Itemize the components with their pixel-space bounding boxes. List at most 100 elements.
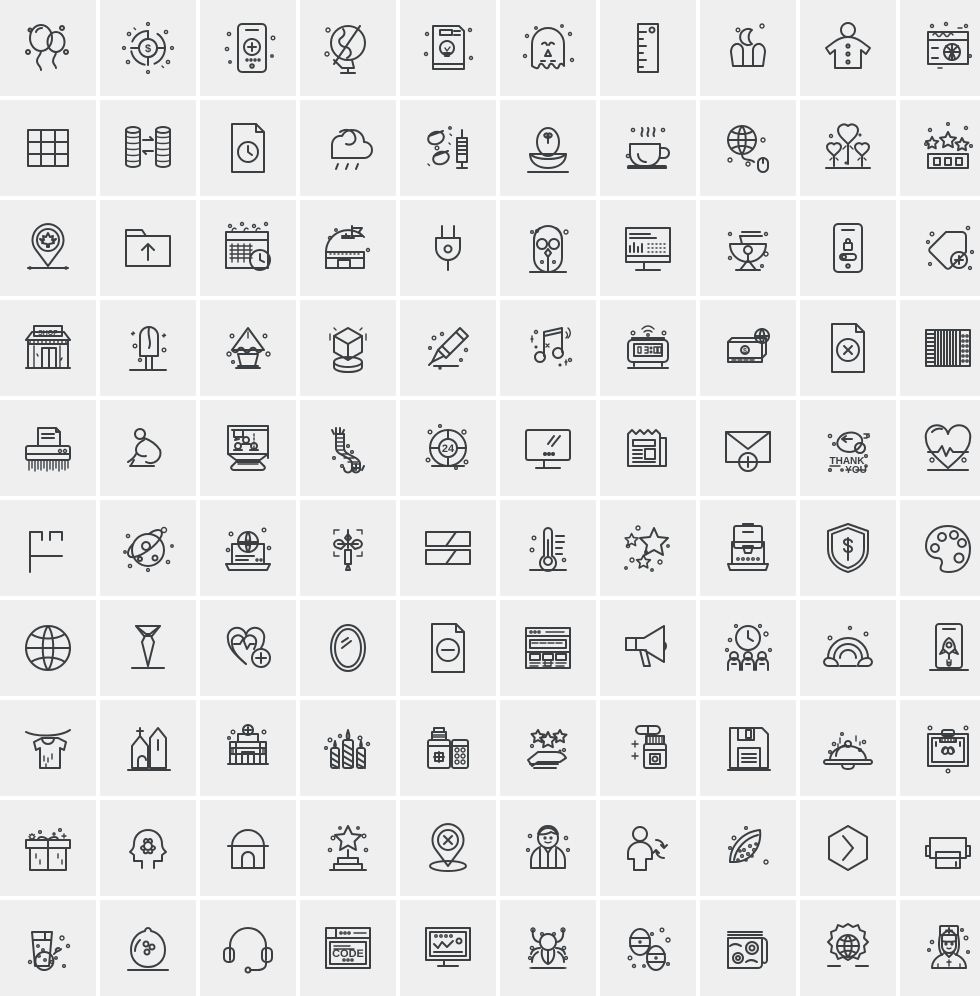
icon-cell-table-lamp[interactable] <box>200 300 296 396</box>
icon-cell-lemon[interactable] <box>100 900 196 996</box>
icon-cell-hexagon-logo[interactable] <box>800 800 896 896</box>
icon-cell-mind-flower[interactable] <box>100 800 196 896</box>
icon-cell-headset[interactable] <box>200 900 296 996</box>
icon-cell-drying-tshirt[interactable] <box>0 700 96 796</box>
icon-cell-accordion[interactable] <box>900 300 980 396</box>
icon-cell-businessman[interactable] <box>500 800 596 896</box>
icon-cell-digital-clock[interactable] <box>600 300 696 396</box>
icon-cell-rating-stars[interactable] <box>900 100 980 196</box>
icon-cell-laptop-money[interactable]: $ <box>200 500 296 596</box>
icon-cell-canada-pin[interactable] <box>0 200 96 296</box>
icon-cell-printer[interactable] <box>900 800 980 896</box>
icon-cell-desktop-monitor[interactable] <box>500 400 596 496</box>
icon-cell-lifebuoy-24[interactable]: 24 <box>400 400 496 496</box>
icon-cell-rain-cloud[interactable] <box>300 100 396 196</box>
icon-cell-heart-medical[interactable] <box>200 600 296 696</box>
icon-cell-caterpillar[interactable] <box>300 400 396 496</box>
icon-cell-3d-cube[interactable] <box>300 300 396 396</box>
icon-cell-monitor-graph[interactable] <box>400 900 496 996</box>
icon-cell-mirror[interactable] <box>300 600 396 696</box>
icon-cell-dollar-shield[interactable] <box>800 500 896 596</box>
icon-cell-supplement-jar[interactable] <box>600 700 696 796</box>
icon-cell-road-lanes[interactable] <box>400 500 496 596</box>
icon-cell-hands-moon[interactable] <box>700 0 796 96</box>
icon-cell-fabric-roll[interactable] <box>700 900 796 996</box>
icon-cell-birthday-candles[interactable] <box>300 700 396 796</box>
icon-cell-global-settings[interactable] <box>800 900 896 996</box>
icon-cell-globe-stand[interactable] <box>300 0 396 96</box>
icon-cell-megaphone[interactable] <box>600 600 696 696</box>
icon-cell-hand-stars[interactable] <box>500 700 596 796</box>
icon-cell-ice-cream-bar[interactable] <box>100 300 196 396</box>
icon-cell-mobile-add[interactable] <box>200 0 296 96</box>
icon-cell-web-layout[interactable] <box>500 600 596 696</box>
icon-cell-easter-eggs[interactable] <box>600 900 696 996</box>
icon-cell-coffee-cup[interactable] <box>600 100 696 196</box>
icon-cell-nurse[interactable] <box>900 900 980 996</box>
icon-cell-easter-egg-bowl[interactable] <box>500 100 596 196</box>
icon-cell-file-remove[interactable] <box>400 600 496 696</box>
icon-cell-grid-window[interactable] <box>0 100 96 196</box>
icon-cell-person-refresh[interactable] <box>600 800 696 896</box>
icon-cell-coin-transfer[interactable] <box>100 100 196 196</box>
icon-cell-paint-palette[interactable] <box>900 500 980 596</box>
icon-cell-gift-boxes[interactable] <box>0 800 96 896</box>
icon-cell-thank-you[interactable]: THANK YOU <box>800 400 896 496</box>
icon-cell-mobile-rocket[interactable] <box>900 600 980 696</box>
icon-cell-arch-gate[interactable] <box>200 800 296 896</box>
icon-cell-flow-chart[interactable] <box>0 500 96 596</box>
icon-cell-location-cancel[interactable] <box>400 800 496 896</box>
icon-cell-globe-wire[interactable] <box>0 600 96 696</box>
icon-cell-marker-pen[interactable] <box>400 300 496 396</box>
icon-cell-monitor-analytics[interactable] <box>600 200 696 296</box>
icon-cell-medicine-bottle[interactable] <box>400 700 496 796</box>
icon-cell-watermelon[interactable] <box>700 800 796 896</box>
icon-cell-satellite-dish[interactable] <box>700 200 796 296</box>
icon-cell-idea-book[interactable] <box>400 0 496 96</box>
icon-cell-code-window[interactable]: CODE <box>300 900 396 996</box>
icon-cell-heartbeat-heart[interactable] <box>900 400 980 496</box>
icon-cell-mobile-lock[interactable] <box>800 200 896 296</box>
icon-cell-money-target[interactable]: $ <box>100 0 196 96</box>
icon-cell-floppy-disk[interactable] <box>700 700 796 796</box>
icon-cell-paper-shredder[interactable] <box>0 400 96 496</box>
icon-cell-calendar-clock[interactable] <box>200 200 296 296</box>
icon-cell-ghost[interactable] <box>500 0 596 96</box>
icon-cell-church[interactable] <box>100 700 196 796</box>
icon-cell-screwdriver-wrench[interactable] <box>300 500 396 596</box>
icon-cell-pajamas[interactable] <box>800 0 896 96</box>
icon-cell-trophy-star[interactable] <box>300 800 396 896</box>
icon-cell-shop-front[interactable]: SHOP <box>0 300 96 396</box>
icon-cell-thermometer[interactable] <box>500 500 596 596</box>
icon-cell-file-delete[interactable] <box>800 300 896 396</box>
icon-cell-tag-add[interactable] <box>900 200 980 296</box>
icon-cell-owl[interactable] <box>500 200 596 296</box>
icon-cell-beetle-bug[interactable] <box>500 900 596 996</box>
icon-cell-team-schedule[interactable] <box>700 600 796 696</box>
icon-cell-necktie[interactable] <box>100 600 196 696</box>
icon-cell-newspaper[interactable] <box>600 400 696 496</box>
icon-cell-juice-glass[interactable] <box>0 900 96 996</box>
icon-cell-slip-fall[interactable] <box>100 400 196 496</box>
icon-cell-cash-global[interactable]: $ <box>700 300 796 396</box>
icon-cell-igloo-flag[interactable] <box>300 200 396 296</box>
icon-cell-planet[interactable] <box>100 500 196 596</box>
icon-cell-folder-upload[interactable] <box>100 200 196 296</box>
icon-cell-globe-mouse[interactable] <box>700 100 796 196</box>
icon-cell-balloons[interactable] <box>0 0 96 96</box>
icon-cell-power-plug[interactable] <box>400 200 496 296</box>
icon-cell-music-notes[interactable] <box>500 300 596 396</box>
icon-cell-pills-syringe[interactable] <box>400 100 496 196</box>
icon-cell-file-clock[interactable] <box>200 100 296 196</box>
icon-cell-ruler[interactable] <box>600 0 696 96</box>
icon-cell-presentation-team[interactable] <box>200 400 296 496</box>
icon-cell-hospital[interactable] <box>200 700 296 796</box>
icon-cell-stars-sparkle[interactable] <box>600 500 696 596</box>
icon-cell-food-cloche[interactable] <box>800 700 896 796</box>
icon-cell-basketball-calendar[interactable] <box>900 0 980 96</box>
icon-cell-heart-balloons[interactable] <box>800 100 896 196</box>
icon-cell-barber-kit[interactable] <box>900 700 980 796</box>
icon-cell-mail-add[interactable] <box>700 400 796 496</box>
icon-cell-online-shopping-bag[interactable] <box>700 500 796 596</box>
icon-cell-rainbow[interactable] <box>800 600 896 696</box>
